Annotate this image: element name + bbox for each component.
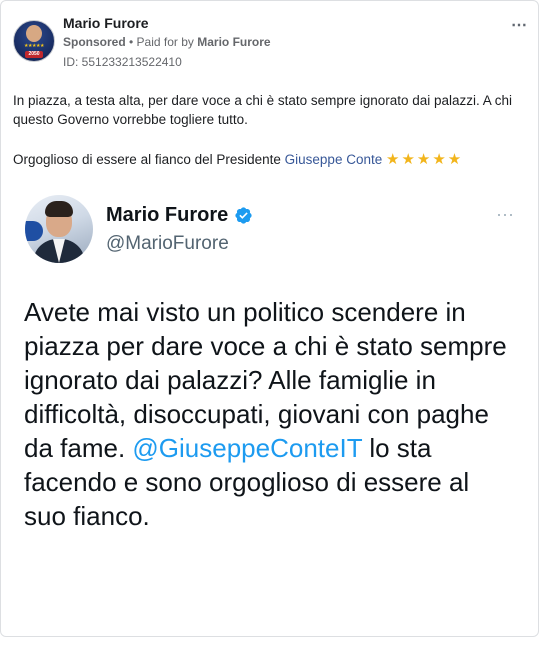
post-body: In piazza, a testa alta, per dare voce a… bbox=[13, 91, 528, 169]
tweet-author-handle: @MarioFurore bbox=[106, 233, 229, 254]
embedded-tweet-image[interactable]: Mario Furore @MarioFurore ⋯ Avete mai vi… bbox=[2, 183, 537, 633]
sponsored-line: Sponsored • Paid for by Mario Furore bbox=[63, 35, 271, 49]
tweet-text: Avete mai visto un politico scendere in … bbox=[24, 295, 514, 533]
tweet-author-name-text: Mario Furore bbox=[106, 204, 229, 226]
avatar-face bbox=[26, 25, 42, 42]
tweet-avatar bbox=[25, 195, 93, 263]
tweet-author-name: Mario Furore bbox=[106, 204, 253, 227]
ad-post-card: ★★★★★ 2050 Mario Furore Sponsored • Paid… bbox=[0, 0, 539, 637]
post-text-prefix: Orgoglioso di essere al fianco del Presi… bbox=[13, 152, 285, 167]
ad-id: ID: 551233213522410 bbox=[63, 55, 182, 69]
more-options-icon[interactable]: ⋯ bbox=[511, 15, 528, 35]
post-text-paragraph-1: In piazza, a testa alta, per dare voce a… bbox=[13, 93, 513, 127]
avatar-year-badge: 2050 bbox=[25, 51, 43, 58]
tweet-more-icon: ⋯ bbox=[496, 205, 515, 225]
post-header: ★★★★★ 2050 Mario Furore Sponsored • Paid… bbox=[13, 15, 528, 75]
post-text-paragraph-2: Orgoglioso di essere al fianco del Presi… bbox=[13, 150, 528, 169]
sponsored-label: Sponsored bbox=[63, 35, 126, 49]
paid-for-prefix: Paid for by bbox=[136, 35, 198, 49]
page-name-link[interactable]: Mario Furore bbox=[63, 15, 149, 31]
page-avatar[interactable]: ★★★★★ 2050 bbox=[13, 20, 55, 62]
tweet-mention: @GiuseppeConteIT bbox=[132, 433, 363, 463]
separator-dot: • bbox=[125, 35, 137, 49]
avatar-stars: ★★★★★ bbox=[24, 43, 44, 49]
verified-badge-icon bbox=[235, 207, 252, 224]
avatar-hair bbox=[45, 201, 73, 217]
star-emoji-icons: ★★★★★ bbox=[386, 151, 464, 168]
avatar-flag bbox=[25, 221, 43, 241]
paid-for-name[interactable]: Mario Furore bbox=[197, 35, 270, 49]
giuseppe-conte-link[interactable]: Giuseppe Conte bbox=[285, 152, 383, 167]
